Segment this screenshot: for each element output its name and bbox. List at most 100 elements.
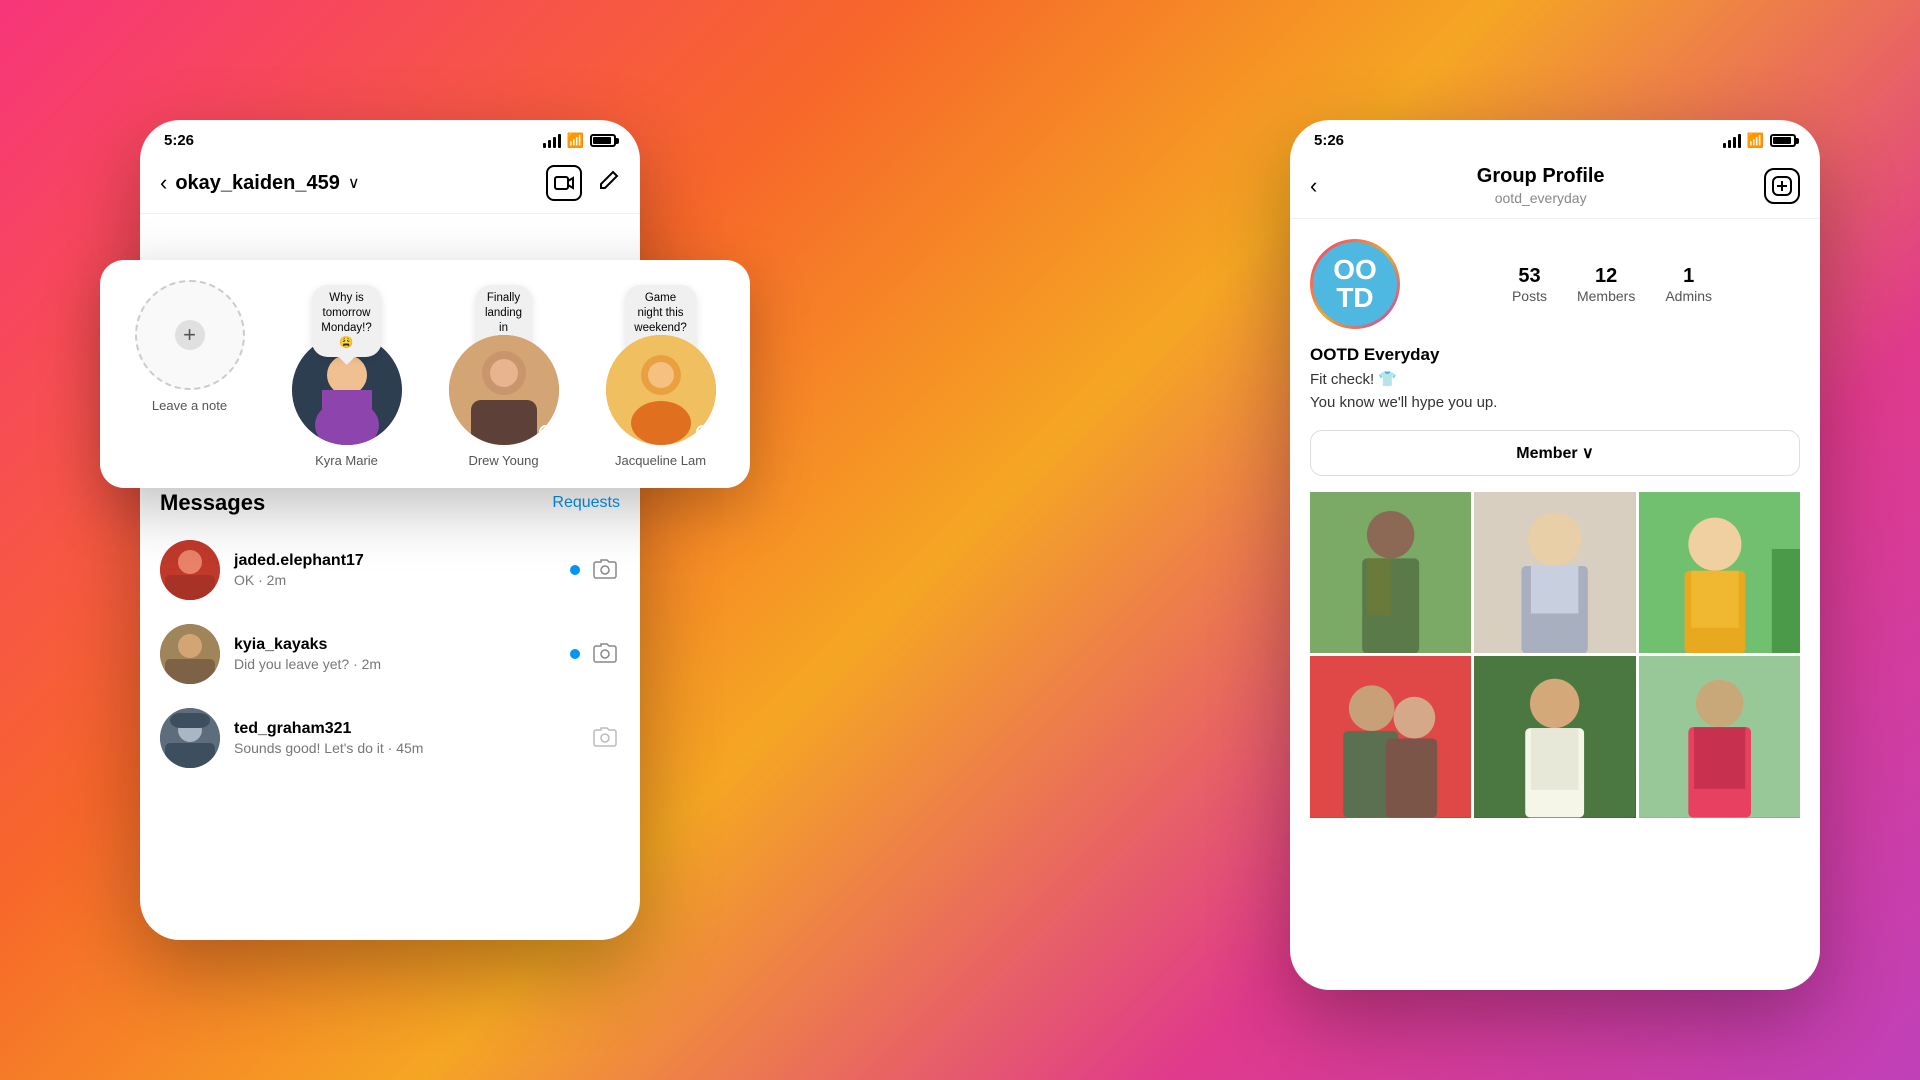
add-plus-icon: + xyxy=(175,320,205,350)
drew-note-wrap: Finally landing in NYC! ❤️ xyxy=(449,335,559,445)
stat-posts: 53 Posts xyxy=(1512,265,1547,304)
photo-cell-4[interactable] xyxy=(1310,656,1471,817)
note-item-drew[interactable]: Finally landing in NYC! ❤️ Drew Young xyxy=(430,280,577,468)
stat-members-number: 12 xyxy=(1577,265,1635,288)
notes-card: + Leave a note Why is tomorrow Monday!? … xyxy=(100,260,750,488)
stat-admins-number: 1 xyxy=(1665,265,1712,288)
status-icons-right: 📶 xyxy=(1723,132,1796,149)
msg-content-1: jaded.elephant17 OK · 2m xyxy=(234,552,556,588)
message-item-1[interactable]: jaded.elephant17 OK · 2m xyxy=(140,528,640,612)
member-button-label: Member ∨ xyxy=(1516,443,1594,463)
group-stats: 53 Posts 12 Members 1 Admins xyxy=(1424,265,1800,304)
status-icons-left: 📶 xyxy=(543,132,616,149)
messages-panel: Messages Requests jaded.elephant17 OK · … xyxy=(140,490,640,800)
back-button[interactable]: ‹ xyxy=(160,170,167,196)
stat-members: 12 Members xyxy=(1577,265,1635,304)
msg-username-2: kyia_kayaks xyxy=(234,636,556,654)
group-avatar-inner: OOTD xyxy=(1313,242,1397,326)
photo-cell-2[interactable] xyxy=(1474,492,1635,653)
msg-actions-1 xyxy=(570,555,620,585)
battery-icon-right xyxy=(1770,134,1796,147)
chat-header-left: ‹ okay_kaiden_459 ∨ xyxy=(160,170,360,196)
status-bar-right: 5:26 📶 xyxy=(1290,120,1820,157)
group-title-wrap: Group Profile ootd_everyday xyxy=(1477,165,1605,206)
msg-username-3: ted_graham321 xyxy=(234,720,576,738)
chat-header: ‹ okay_kaiden_459 ∨ xyxy=(140,157,640,214)
wifi-icon-right: 📶 xyxy=(1747,132,1764,149)
group-info-row: OOTD 53 Posts 12 Members 1 Admins xyxy=(1310,239,1800,329)
jacqueline-online-dot xyxy=(696,425,710,439)
drew-avatar xyxy=(449,335,559,445)
group-title: Group Profile xyxy=(1477,165,1605,188)
stat-admins: 1 Admins xyxy=(1665,265,1712,304)
msg-actions-2 xyxy=(570,639,620,669)
time-right: 5:26 xyxy=(1314,132,1344,149)
msg-preview-3: Sounds good! Let's do it · 45m xyxy=(234,740,576,756)
battery-icon xyxy=(590,134,616,147)
chat-title: okay_kaiden_459 xyxy=(175,172,340,195)
avatar-jaded xyxy=(160,540,220,600)
camera-icon-2[interactable] xyxy=(590,639,620,669)
photo-grid xyxy=(1310,492,1800,818)
stat-posts-label: Posts xyxy=(1512,288,1547,304)
group-profile-body: OOTD 53 Posts 12 Members 1 Admins xyxy=(1290,219,1820,818)
stat-posts-number: 53 xyxy=(1512,265,1547,288)
kyra-label: Kyra Marie xyxy=(315,453,378,468)
kyra-note-wrap: Why is tomorrow Monday!? 😩 xyxy=(292,335,402,445)
stat-members-label: Members xyxy=(1577,288,1635,304)
video-call-button[interactable] xyxy=(546,165,582,201)
status-bar-left: 5:26 📶 xyxy=(140,120,640,157)
chevron-icon: ∨ xyxy=(348,173,360,193)
bio-line1: Fit check! 👕 xyxy=(1310,371,1397,388)
msg-username-1: jaded.elephant17 xyxy=(234,552,556,570)
message-item-2[interactable]: kyia_kayaks Did you leave yet? · 2m xyxy=(140,612,640,696)
wifi-icon: 📶 xyxy=(567,132,584,149)
jacqueline-avatar xyxy=(606,335,716,445)
note-item-kyra[interactable]: Why is tomorrow Monday!? 😩 Kyra Marie xyxy=(273,280,420,468)
signal-icon-right xyxy=(1723,134,1741,148)
group-avatar-text: OOTD xyxy=(1333,256,1377,312)
add-member-button[interactable] xyxy=(1764,168,1800,204)
photo-cell-5[interactable] xyxy=(1474,656,1635,817)
leave-note-label: Leave a note xyxy=(152,398,227,413)
member-button[interactable]: Member ∨ xyxy=(1310,430,1800,476)
drew-online-dot xyxy=(539,425,553,439)
camera-icon-1[interactable] xyxy=(590,555,620,585)
msg-content-2: kyia_kayaks Did you leave yet? · 2m xyxy=(234,636,556,672)
messages-header: Messages Requests xyxy=(140,490,640,528)
unread-dot-2 xyxy=(570,649,580,659)
photo-cell-6[interactable] xyxy=(1639,656,1800,817)
group-header: ‹ Group Profile ootd_everyday xyxy=(1290,157,1820,219)
note-item-jacqueline[interactable]: Game night this weekend? 🎱 Jacqueline La… xyxy=(587,280,734,468)
msg-preview-2: Did you leave yet? · 2m xyxy=(234,656,556,672)
bio-line2: You know we'll hype you up. xyxy=(1310,394,1497,411)
time-left: 5:26 xyxy=(164,132,194,149)
photo-cell-3[interactable] xyxy=(1639,492,1800,653)
jacqueline-label: Jacqueline Lam xyxy=(615,453,706,468)
group-avatar: OOTD xyxy=(1310,239,1400,329)
note-item-leave[interactable]: + Leave a note xyxy=(116,280,263,413)
right-phone: 5:26 📶 ‹ Group Profile ootd_everyday xyxy=(1290,120,1820,990)
msg-preview-1: OK · 2m xyxy=(234,572,556,588)
camera-icon-3[interactable] xyxy=(590,723,620,753)
avatar-ted xyxy=(160,708,220,768)
unread-dot-1 xyxy=(570,565,580,575)
add-note-avatar[interactable]: + xyxy=(135,280,245,390)
chat-header-icons xyxy=(546,165,620,201)
messages-title: Messages xyxy=(160,490,265,516)
jacqueline-note-wrap: Game night this weekend? 🎱 xyxy=(606,335,716,445)
notes-row: + Leave a note Why is tomorrow Monday!? … xyxy=(116,280,734,468)
kyra-note-bubble: Why is tomorrow Monday!? 😩 xyxy=(311,285,382,357)
avatar-kyia xyxy=(160,624,220,684)
group-name: OOTD Everyday xyxy=(1310,345,1800,365)
signal-icon xyxy=(543,134,561,148)
back-button-right[interactable]: ‹ xyxy=(1310,173,1317,199)
msg-content-3: ted_graham321 Sounds good! Let's do it ·… xyxy=(234,720,576,756)
group-bio: Fit check! 👕 You know we'll hype you up. xyxy=(1310,369,1800,414)
group-subtitle: ootd_everyday xyxy=(1477,190,1605,206)
edit-button[interactable] xyxy=(598,169,620,197)
message-item-3[interactable]: ted_graham321 Sounds good! Let's do it ·… xyxy=(140,696,640,780)
requests-link[interactable]: Requests xyxy=(552,494,620,512)
photo-cell-1[interactable] xyxy=(1310,492,1471,653)
stat-admins-label: Admins xyxy=(1665,288,1712,304)
